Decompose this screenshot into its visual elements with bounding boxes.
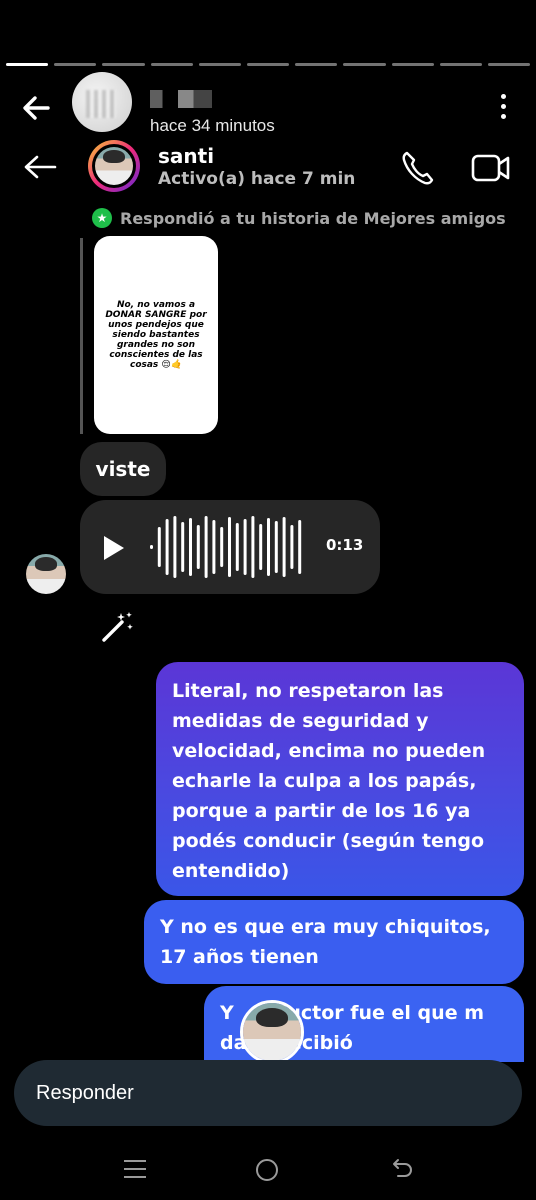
phone-icon[interactable] [398, 148, 438, 188]
waveform-bar [290, 525, 294, 569]
green-star-icon: ★ [92, 208, 112, 228]
chat-back-arrow-icon[interactable] [22, 152, 58, 182]
voice-duration: 0:13 [326, 536, 364, 554]
story-thumbnail-text: No, no vamos a DONAR SANGRE por unos pen… [105, 300, 207, 370]
sent-message[interactable]: Literal, no respetaron las medidas de se… [156, 662, 524, 896]
waveform-bar [165, 519, 169, 575]
waveform-bar [267, 518, 270, 576]
story-progress-segment [150, 63, 193, 66]
nav-recents-icon[interactable] [124, 1160, 146, 1180]
waveform-bar [204, 516, 208, 578]
waveform-bar [228, 517, 231, 577]
story-author-avatar[interactable] [72, 72, 132, 132]
more-options-icon[interactable] [496, 94, 510, 124]
received-message[interactable]: viste [80, 442, 166, 496]
story-progress-segment [246, 63, 290, 66]
story-posted-time: hace 34 minutos [150, 116, 275, 135]
nav-home-icon[interactable] [256, 1159, 278, 1181]
waveform-bar [220, 527, 224, 567]
story-progress-segment [102, 63, 145, 66]
contact-name[interactable]: santi [158, 144, 214, 168]
story-progress-segment [6, 63, 49, 66]
contact-avatar[interactable] [92, 144, 136, 188]
reply-input-placeholder: Responder [36, 1081, 134, 1104]
back-arrow-icon[interactable] [20, 92, 52, 124]
story-progress-segment [487, 63, 531, 66]
story-reply-note: ★ Respondió a tu historia de Mejores ami… [92, 208, 506, 228]
story-thumbnail[interactable]: No, no vamos a DONAR SANGRE por unos pen… [94, 236, 218, 434]
story-reply-label: Respondió a tu historia de Mejores amigo… [120, 208, 506, 228]
play-icon[interactable] [104, 536, 124, 560]
magic-wand-icon[interactable] [100, 608, 136, 644]
waveform-bar [212, 520, 216, 574]
nav-back-icon[interactable] [392, 1156, 414, 1182]
waveform-bar [282, 517, 286, 577]
waveform-bar [235, 523, 239, 571]
voice-waveform[interactable] [148, 514, 308, 580]
contact-status: Activo(a) hace 7 min [158, 169, 356, 189]
video-camera-icon[interactable] [470, 150, 512, 186]
waveform-bar [196, 525, 200, 569]
sent-message[interactable]: Y no es que era muy chiquitos, 17 años t… [144, 900, 524, 984]
story-progress-bar [6, 63, 531, 66]
waveform-bar [251, 516, 255, 578]
sender-avatar[interactable] [26, 554, 66, 594]
waveform-bar [243, 519, 247, 575]
story-progress-segment [54, 63, 97, 66]
waveform-bar [157, 527, 161, 567]
reply-input[interactable]: Responder [14, 1060, 522, 1126]
waveform-bar [259, 524, 263, 570]
waveform-bar [150, 545, 153, 549]
waveform-bar [274, 521, 278, 573]
seen-avatar [240, 1000, 304, 1064]
story-progress-segment [198, 63, 241, 66]
reply-divider [80, 238, 83, 434]
waveform-bar [181, 522, 185, 572]
voice-message[interactable]: 0:13 [80, 500, 380, 594]
story-author-name-redacted [150, 90, 212, 108]
story-progress-segment [391, 63, 434, 66]
story-progress-segment [439, 63, 482, 66]
waveform-bar [298, 520, 302, 574]
waveform-bar [189, 518, 192, 576]
story-progress-segment [295, 63, 338, 66]
story-progress-segment [343, 63, 386, 66]
waveform-bar [173, 516, 177, 578]
